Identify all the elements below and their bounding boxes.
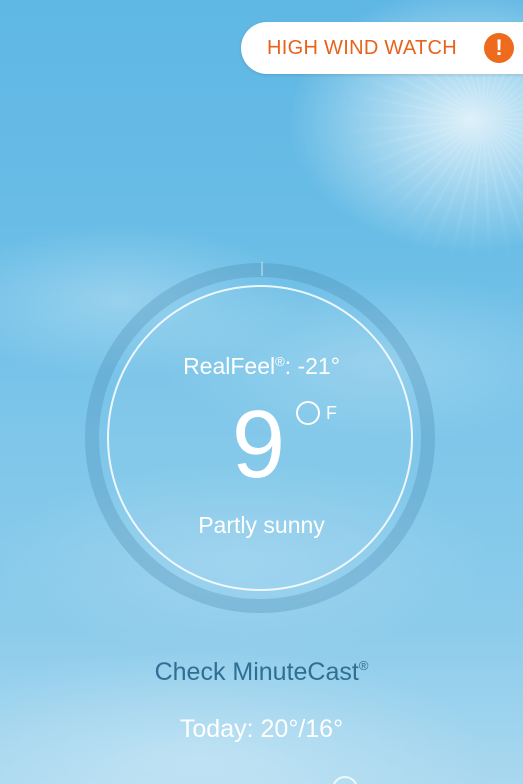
alert-label: HIGH WIND WATCH	[267, 36, 458, 59]
check-minutecast-link[interactable]: Check MinuteCast®	[0, 658, 523, 687]
realfeel-text: RealFeel®: -21°	[0, 353, 523, 380]
realfeel-registered-mark: ®	[275, 354, 285, 369]
high-wind-watch-alert-button[interactable]: HIGH WIND WATCH !	[241, 22, 523, 74]
degree-icon	[296, 401, 320, 425]
page-indicator-icon[interactable]	[332, 776, 358, 784]
temperature-unit: F	[296, 401, 337, 425]
exclamation-icon: !	[484, 33, 514, 63]
weather-screen: HIGH WIND WATCH ! RealFeel®: -21° 9 F Pa…	[0, 0, 523, 784]
realfeel-label: RealFeel	[183, 353, 276, 379]
sun-rays-decoration	[323, 60, 523, 260]
minutecast-registered-mark: ®	[358, 658, 369, 673]
current-temperature: 9 F	[0, 395, 523, 505]
minutecast-label: Check MinuteCast	[154, 658, 359, 686]
temperature-value: 9	[231, 391, 286, 498]
realfeel-value: : -21°	[284, 353, 340, 379]
unit-letter: F	[326, 403, 337, 423]
today-forecast: Today: 20°/16°	[179, 715, 344, 743]
weather-condition: Partly sunny	[198, 512, 325, 538]
